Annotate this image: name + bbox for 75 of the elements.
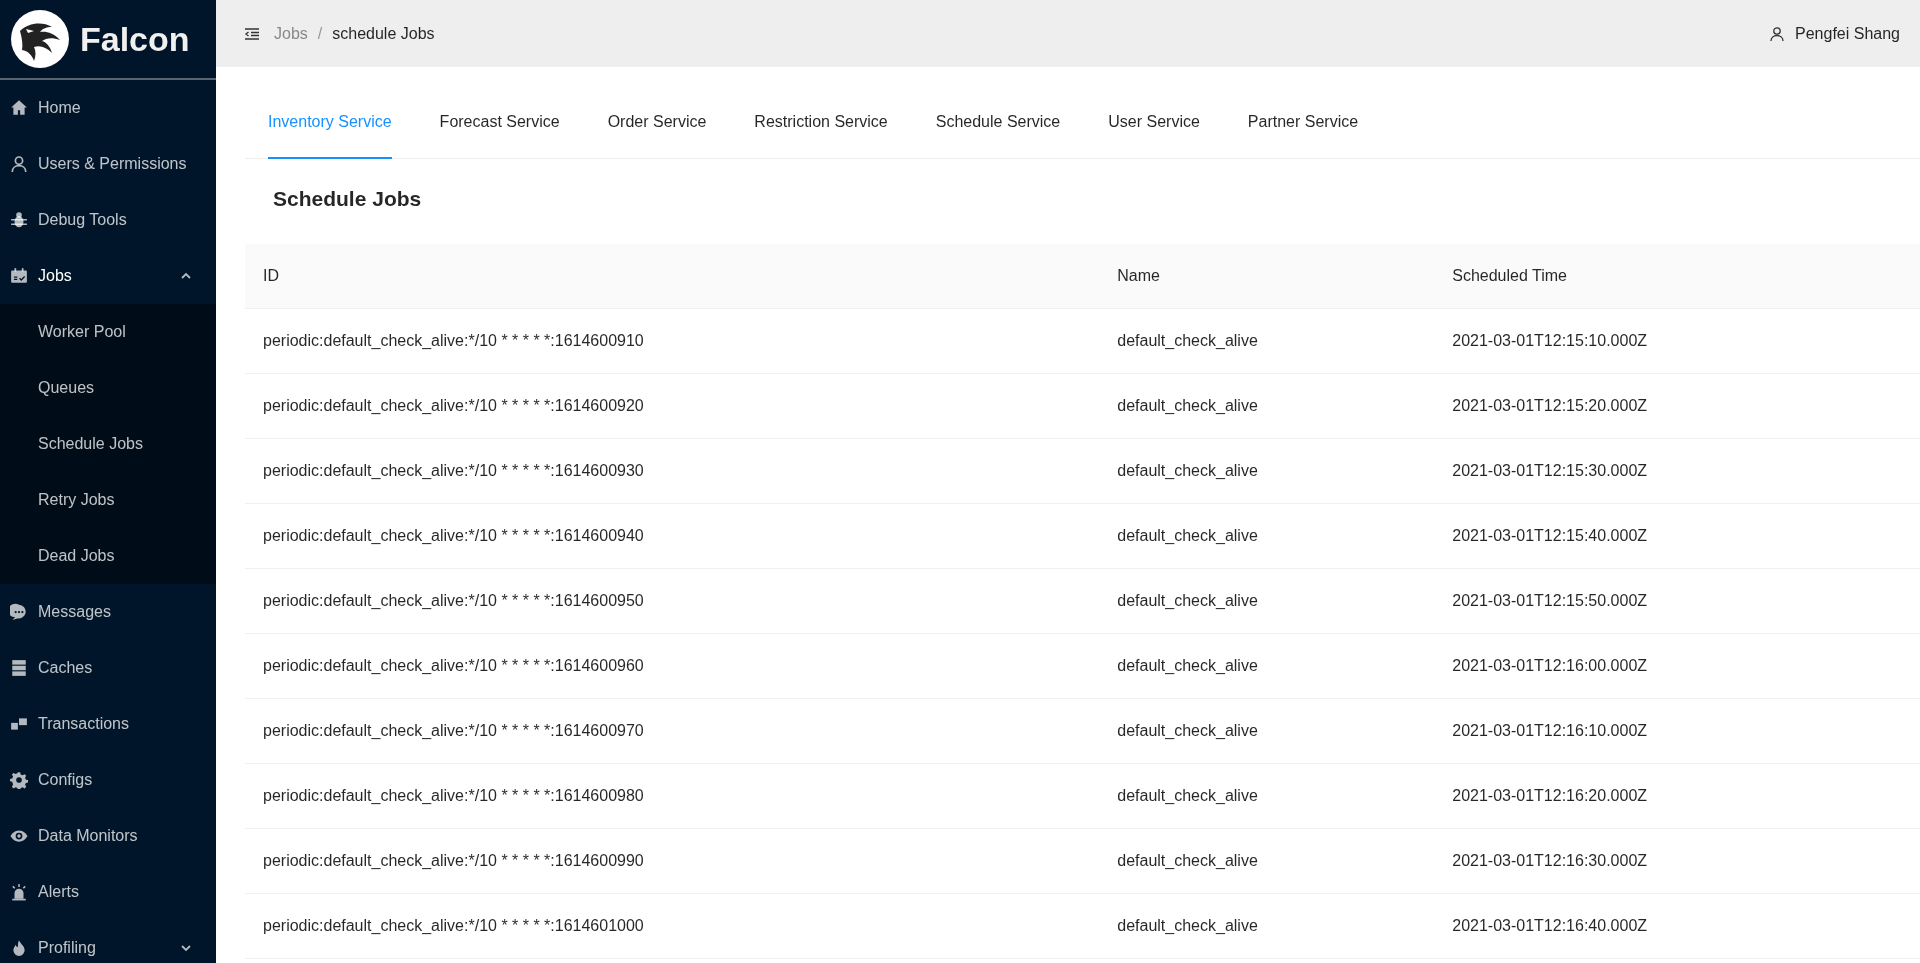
user-icon (1769, 25, 1785, 42)
table-cell: 2021-03-01T12:16:40.000Z (1434, 893, 1920, 959)
sidebar-subitem[interactable]: Dead Jobs (0, 528, 216, 584)
sidebar-item[interactable]: Profiling (0, 920, 216, 963)
sidebar-item[interactable]: Configs (0, 752, 216, 808)
sidebar-item[interactable]: Data Monitors (0, 808, 216, 864)
table-cell: 2021-03-01T12:15:50.000Z (1434, 568, 1920, 634)
user-icon (10, 155, 28, 173)
table-cell: periodic:default_check_alive:*/10 * * * * *:1614600990 (245, 828, 1100, 894)
table-cell: 2021-03-01T12:15:30.000Z (1434, 438, 1920, 504)
table-cell: default_check_alive (1099, 373, 1435, 439)
sidebar-item[interactable]: Messages (0, 584, 216, 640)
sidebar-subitem[interactable]: Retry Jobs (0, 472, 216, 528)
sidebar-item[interactable]: Jobs (0, 248, 216, 304)
service-tab[interactable]: User Service (1108, 113, 1200, 159)
table-cell: default_check_alive (1099, 698, 1435, 764)
column-header: Name (1099, 244, 1435, 309)
caret-icon (180, 942, 192, 954)
sidebar-subitem[interactable]: Queues (0, 360, 216, 416)
table-cell: default_check_alive (1099, 438, 1435, 504)
service-tab[interactable]: Partner Service (1247, 113, 1359, 159)
breadcrumb-separator: / (317, 24, 323, 43)
table-cell: 2021-03-01T12:16:10.000Z (1434, 698, 1920, 764)
bug-icon (10, 211, 28, 229)
table-cell: 2021-03-01T12:15:10.000Z (1434, 308, 1920, 374)
gear-icon (10, 771, 28, 789)
eye-icon (10, 827, 28, 845)
table-cell: periodic:default_check_alive:*/10 * * * * *:1614600970 (245, 698, 1100, 764)
sidebar-item[interactable]: Caches (0, 640, 216, 696)
sidebar-item[interactable]: Transactions (0, 696, 216, 752)
sidebar-item[interactable]: Users & Permissions (0, 136, 216, 192)
flame-icon (10, 939, 28, 957)
service-tab[interactable]: Order Service (607, 113, 707, 159)
table-cell: default_check_alive (1099, 893, 1435, 959)
calendar-icon (10, 267, 28, 285)
table-cell: default_check_alive (1099, 828, 1435, 894)
column-header: Scheduled Time (1434, 244, 1920, 309)
table-cell: periodic:default_check_alive:*/10 * * * * *:1614600950 (245, 568, 1100, 634)
table-cell: periodic:default_check_alive:*/10 * * * * *:1614600960 (245, 633, 1100, 699)
sidebar-item[interactable]: Debug Tools (0, 192, 216, 248)
table-cell: periodic:default_check_alive:*/10 * * * * *:1614600930 (245, 438, 1100, 504)
app-logo-text: Falcon (80, 19, 190, 59)
table-cell: 2021-03-01T12:16:00.000Z (1434, 633, 1920, 699)
sidebar-item[interactable]: Home (0, 80, 216, 136)
database-icon (10, 659, 28, 677)
sidebar-subitem[interactable]: Schedule Jobs (0, 416, 216, 472)
alarm-icon (10, 883, 28, 901)
service-tab[interactable]: Restriction Service (754, 113, 888, 159)
table-cell: default_check_alive (1099, 308, 1435, 374)
service-tab[interactable]: Schedule Service (935, 113, 1061, 159)
chat-bubble-icon (10, 603, 28, 621)
user-name[interactable]: Pengfei Shang (1795, 24, 1900, 43)
breadcrumb-current: schedule Jobs (332, 24, 435, 43)
table-cell: 2021-03-01T12:16:30.000Z (1434, 828, 1920, 894)
table-cell: default_check_alive (1099, 763, 1435, 829)
table-cell: 2021-03-01T12:16:20.000Z (1434, 763, 1920, 829)
table-cell: 2021-03-01T12:15:20.000Z (1434, 373, 1920, 439)
table-cell: periodic:default_check_alive:*/10 * * * * *:1614600980 (245, 763, 1100, 829)
home-icon (10, 99, 28, 117)
service-tab[interactable]: Forecast Service (439, 113, 560, 159)
table-cell: periodic:default_check_alive:*/10 * * * * *:1614601000 (245, 893, 1100, 959)
page-title: Schedule Jobs (273, 187, 423, 212)
table-cell: default_check_alive (1099, 633, 1435, 699)
table-cell: periodic:default_check_alive:*/10 * * * * *:1614600920 (245, 373, 1100, 439)
eagle-logo-icon (10, 9, 70, 69)
sidebar-item[interactable]: Alerts (0, 864, 216, 920)
table-cell: periodic:default_check_alive:*/10 * * * * *:1614600940 (245, 503, 1100, 569)
sidebar-subitem[interactable]: Worker Pool (0, 304, 216, 360)
table-cell: default_check_alive (1099, 503, 1435, 569)
blocks-icon (10, 715, 28, 733)
column-header: ID (245, 244, 1100, 309)
table-cell: 2021-03-01T12:15:40.000Z (1434, 503, 1920, 569)
menu-fold-icon[interactable] (244, 25, 260, 42)
table-cell: periodic:default_check_alive:*/10 * * * * *:1614600910 (245, 308, 1100, 374)
table-cell: default_check_alive (1099, 568, 1435, 634)
